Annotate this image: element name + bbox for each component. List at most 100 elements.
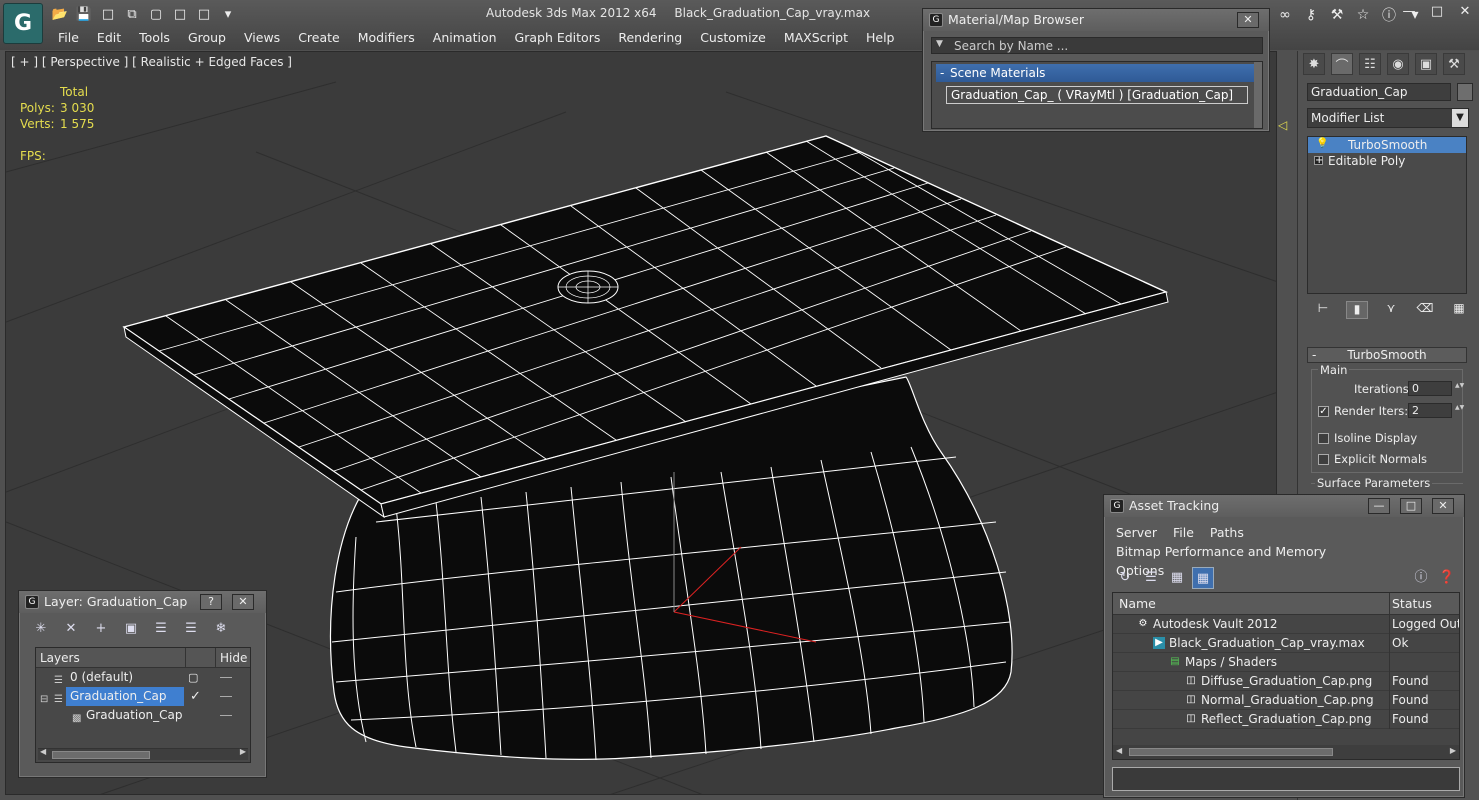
- hide-toggle[interactable]: [220, 715, 232, 716]
- isoline-display-checkbox[interactable]: [1318, 433, 1329, 444]
- current-layer-check-icon[interactable]: ✓: [190, 687, 201, 706]
- asset-horizontal-scrollbar[interactable]: ◀ ▶: [1113, 745, 1459, 759]
- pin-stack-icon[interactable]: ⊢: [1312, 301, 1334, 319]
- menu-group[interactable]: Group: [188, 30, 226, 48]
- menu-file[interactable]: File: [1173, 525, 1194, 540]
- menu-edit[interactable]: Edit: [97, 30, 121, 48]
- minimize-icon[interactable]: —: [1401, 4, 1417, 22]
- redo-icon[interactable]: □: [194, 4, 214, 24]
- render-iters-spinner[interactable]: 2: [1408, 403, 1465, 418]
- binoculars-icon[interactable]: ∞: [1275, 4, 1295, 26]
- tools-icon[interactable]: ⚒: [1327, 4, 1347, 26]
- tab-create-icon[interactable]: ✸: [1303, 53, 1325, 75]
- render-iters-checkbox[interactable]: ✓: [1318, 406, 1329, 417]
- hide-toggle[interactable]: [220, 677, 232, 678]
- col-hide[interactable]: Hide: [216, 648, 250, 667]
- asset-row[interactable]: ▤ Maps / Shaders: [1113, 653, 1459, 672]
- minimize-icon[interactable]: —: [1368, 498, 1390, 514]
- explicit-normals-checkbox[interactable]: [1318, 454, 1329, 465]
- tab-modify-icon[interactable]: ⌒: [1331, 53, 1353, 75]
- scene-materials-group[interactable]: Scene Materials: [936, 64, 1254, 82]
- asset-row[interactable]: ◫ Normal_Graduation_Cap.png Found: [1113, 691, 1459, 710]
- menu-customize[interactable]: Customize: [700, 30, 766, 48]
- menu-graph-editors[interactable]: Graph Editors: [515, 30, 601, 48]
- tab-display-icon[interactable]: ▣: [1415, 53, 1437, 75]
- menu-bitmap-performance[interactable]: Bitmap Performance and Memory: [1116, 544, 1326, 559]
- layer-row[interactable]: ☰ 0 (default) ▢: [36, 668, 250, 687]
- layer-row[interactable]: ⊟ ☰ Graduation_Cap ✓: [36, 687, 250, 706]
- scroll-left-icon[interactable]: ◀: [1116, 746, 1122, 755]
- panel-collapse-arrow-icon[interactable]: ◁: [1278, 118, 1287, 132]
- maximize-icon[interactable]: □: [1429, 4, 1445, 22]
- object-name-field[interactable]: Graduation_Cap: [1307, 83, 1451, 101]
- asset-row[interactable]: ◫ Reflect_Graduation_Cap.png Found: [1113, 710, 1459, 729]
- rollout-header[interactable]: - TurboSmooth: [1307, 347, 1467, 363]
- asset-tracking-titlebar[interactable]: G Asset Tracking — □ ✕: [1104, 495, 1464, 517]
- fetch-icon[interactable]: ▢: [146, 4, 166, 24]
- iterations-spinner[interactable]: 0: [1408, 381, 1465, 396]
- help-question-icon[interactable]: ⓘ: [1379, 4, 1399, 26]
- current-layer-box-icon[interactable]: ▢: [188, 668, 198, 687]
- undo-icon[interactable]: □: [170, 4, 190, 24]
- select-objects-icon[interactable]: ▣: [121, 619, 141, 639]
- col-name[interactable]: Name: [1119, 593, 1156, 615]
- material-browser-titlebar[interactable]: G Material/Map Browser ✕: [923, 9, 1269, 31]
- table-view-icon[interactable]: ▦: [1192, 567, 1214, 589]
- tree-view-icon[interactable]: ▦: [1166, 567, 1188, 589]
- menu-animation[interactable]: Animation: [433, 30, 497, 48]
- remove-modifier-icon[interactable]: ⌫: [1414, 301, 1436, 319]
- scroll-thumb[interactable]: [1129, 748, 1333, 756]
- menu-create[interactable]: Create: [298, 30, 340, 48]
- list-view-icon[interactable]: ☰: [1140, 567, 1162, 589]
- scroll-right-icon[interactable]: ▶: [1450, 746, 1456, 755]
- asset-row[interactable]: ▶ Black_Graduation_Cap_vray.max Ok: [1113, 634, 1459, 653]
- help-context-icon[interactable]: ❓: [1436, 567, 1458, 589]
- help-button[interactable]: ?: [200, 594, 222, 610]
- col-layers[interactable]: Layers: [36, 648, 186, 667]
- menu-modifiers[interactable]: Modifiers: [358, 30, 415, 48]
- tab-hierarchy-icon[interactable]: ☷: [1359, 53, 1381, 75]
- app-logo-button[interactable]: G: [3, 3, 43, 44]
- viewport-label[interactable]: [ + ] [ Perspective ] [ Realistic + Edge…: [11, 55, 292, 69]
- freeze-all-layers-icon[interactable]: ❄: [211, 619, 231, 639]
- search-options-dropdown-icon[interactable]: ▼: [936, 39, 943, 49]
- layer-window-titlebar[interactable]: G Layer: Graduation_Cap ? ✕: [19, 591, 266, 613]
- save-file-icon[interactable]: 💾: [74, 4, 94, 24]
- layer-row[interactable]: ▩ Graduation_Cap: [36, 706, 250, 725]
- close-icon[interactable]: ✕: [1457, 4, 1473, 22]
- key-icon[interactable]: ⚷: [1301, 4, 1321, 26]
- tab-motion-icon[interactable]: ◉: [1387, 53, 1409, 75]
- open-file-icon[interactable]: 📂: [50, 4, 70, 24]
- menu-help[interactable]: Help: [866, 30, 895, 48]
- help-icon[interactable]: ⓘ: [1410, 567, 1432, 589]
- add-to-layer-icon[interactable]: +: [91, 619, 111, 639]
- asset-row[interactable]: ◫ Diffuse_Graduation_Cap.png Found: [1113, 672, 1459, 691]
- layer-horizontal-scrollbar[interactable]: ◀ ▶: [38, 747, 248, 760]
- refresh-icon[interactable]: ↻: [1114, 567, 1136, 589]
- col-status[interactable]: Status: [1389, 593, 1432, 615]
- menu-maxscript[interactable]: MAXScript: [784, 30, 848, 48]
- create-layer-icon[interactable]: ✳: [31, 619, 51, 639]
- hide-toggle[interactable]: [220, 696, 232, 697]
- expand-plus-icon[interactable]: +: [1314, 156, 1323, 166]
- favorite-star-icon[interactable]: ☆: [1353, 4, 1373, 26]
- close-icon[interactable]: ✕: [232, 594, 254, 610]
- menu-paths[interactable]: Paths: [1210, 525, 1244, 540]
- maximize-icon[interactable]: □: [1400, 498, 1422, 514]
- scroll-right-icon[interactable]: ▶: [240, 747, 246, 756]
- hide-all-layers-icon[interactable]: ☰: [181, 619, 201, 639]
- menu-views[interactable]: Views: [244, 30, 280, 48]
- show-end-result-icon[interactable]: ▮: [1346, 301, 1368, 319]
- object-color-swatch[interactable]: [1457, 83, 1473, 101]
- new-scene-icon[interactable]: □: [98, 4, 118, 24]
- material-list-scrollbar[interactable]: [1254, 62, 1262, 128]
- tab-utilities-icon[interactable]: ⚒: [1443, 53, 1465, 75]
- stack-item-turbosmooth[interactable]: 💡 TurboSmooth: [1308, 137, 1466, 153]
- hold-icon[interactable]: ⧉: [122, 4, 142, 24]
- make-unique-icon[interactable]: ⋎: [1380, 301, 1402, 319]
- quick-access-dropdown-icon[interactable]: ▾: [218, 4, 238, 24]
- lightbulb-icon[interactable]: 💡: [1316, 138, 1328, 150]
- menu-server[interactable]: Server: [1116, 525, 1157, 540]
- stack-item-editable-poly[interactable]: + Editable Poly: [1308, 153, 1466, 169]
- close-icon[interactable]: ✕: [1432, 498, 1454, 514]
